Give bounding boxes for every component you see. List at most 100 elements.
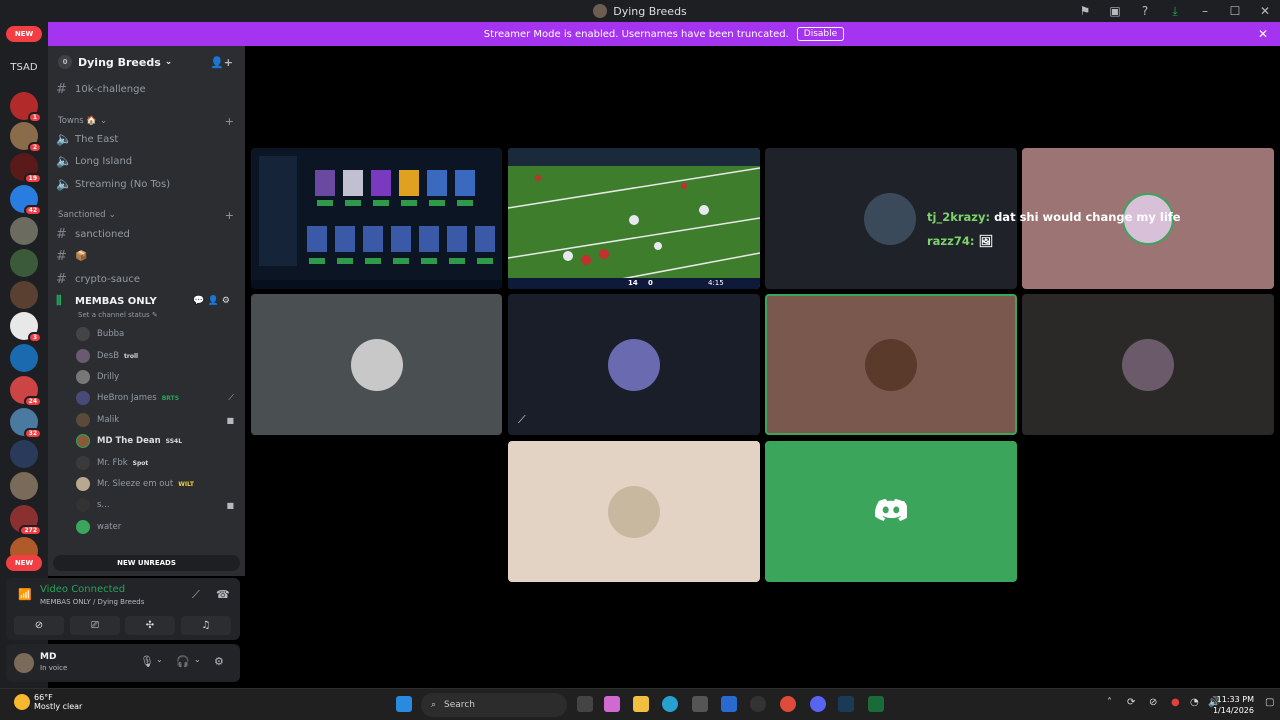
server-icon[interactable] — [10, 249, 38, 277]
voice-member[interactable]: Mr. Sleeze em out WILT — [76, 475, 238, 493]
participant-tile[interactable] — [765, 441, 1017, 582]
voice-member[interactable]: Mr. Fbk Spot — [76, 454, 238, 472]
edge-icon[interactable] — [662, 696, 678, 712]
signal-icon[interactable]: 📶 — [18, 588, 32, 601]
participant-tile[interactable] — [251, 294, 502, 435]
activities-button[interactable]: ✣ — [125, 616, 175, 635]
chevron-down-icon[interactable]: ⌄ — [156, 655, 163, 664]
maximize-button[interactable]: ☐ — [1220, 4, 1250, 18]
screen-share-icon[interactable]: ▣ — [1100, 4, 1130, 18]
participant-tile[interactable] — [508, 441, 760, 582]
headphones-icon[interactable]: 🎧 — [176, 655, 190, 668]
avatar[interactable] — [14, 653, 34, 673]
channel-the-east[interactable]: 🔈 The East — [56, 129, 238, 149]
excel-icon[interactable] — [868, 696, 884, 712]
channel-long-island[interactable]: 🔈 Long Island — [56, 151, 238, 171]
app-icon[interactable] — [750, 696, 766, 712]
server-icon[interactable]: 1 — [10, 92, 42, 123]
server-icon[interactable] — [10, 281, 38, 309]
disconnect-icon[interactable]: ☎ — [216, 588, 230, 601]
voice-status-title[interactable]: Video Connected — [40, 584, 125, 595]
help-icon[interactable]: ? — [1130, 4, 1160, 18]
voice-status-subtitle[interactable]: MEMBAS ONLY / Dying Breeds — [40, 598, 144, 606]
microphone-tray-icon[interactable]: ● — [1171, 697, 1180, 708]
chevron-up-icon[interactable]: ˄ — [1107, 697, 1112, 708]
server-icon[interactable] — [10, 440, 38, 468]
participant-avatar — [864, 192, 916, 245]
channel-crypto-sauce[interactable]: # crypto-sauce — [56, 269, 238, 289]
chrome-icon[interactable] — [780, 696, 796, 712]
soundboard-button[interactable]: ♫ — [181, 616, 231, 635]
channel-streaming[interactable]: 🔈 Streaming (No Tos) — [56, 174, 238, 194]
copilot-icon[interactable] — [604, 696, 620, 712]
channel-sanctioned[interactable]: # sanctioned — [56, 224, 238, 244]
outlook-icon[interactable] — [721, 696, 737, 712]
participant-tile[interactable]: ⟋ — [508, 294, 760, 435]
voice-member[interactable]: DesB troll — [76, 347, 238, 365]
voice-member[interactable]: HeBron James BRTS ⟋ — [76, 389, 238, 407]
home-label[interactable]: TSAD — [6, 62, 42, 82]
new-unreads-pill[interactable]: NEW UNREADS — [53, 555, 240, 571]
new-servers-pill-bottom[interactable]: NEW — [6, 555, 42, 571]
task-view-icon[interactable] — [577, 696, 593, 712]
server-icon[interactable]: 24 — [10, 376, 42, 407]
user-name[interactable]: MD — [40, 652, 56, 662]
noise-suppression-icon[interactable]: ⟋ — [192, 588, 200, 602]
server-icon[interactable] — [10, 472, 38, 500]
voice-member[interactable]: water — [76, 518, 238, 536]
voice-member[interactable]: MD The Dean SS4L — [76, 432, 238, 450]
server-icon[interactable]: 272 — [10, 505, 42, 536]
server-icon[interactable]: 42 — [10, 185, 42, 216]
notifications-icon[interactable]: ▢ — [1265, 697, 1274, 708]
add-channel-icon[interactable]: + — [225, 115, 234, 128]
inbox-icon[interactable]: ⚑ — [1070, 4, 1100, 18]
server-icon[interactable]: 19 — [10, 153, 42, 184]
server-icon[interactable] — [10, 217, 38, 245]
store-icon[interactable] — [692, 696, 708, 712]
taskbar-clock[interactable]: 11:33 PM 1/14/2026 — [1213, 694, 1254, 716]
weather-widget[interactable]: 66°F Mostly clear — [14, 693, 82, 711]
camera-toggle-button[interactable]: ⊘ — [14, 616, 64, 635]
file-explorer-icon[interactable] — [633, 696, 649, 712]
channel-package[interactable]: # 📦 — [56, 246, 238, 266]
banner-close-icon[interactable]: ✕ — [1258, 27, 1268, 41]
category-sanctioned[interactable]: Sanctioned ⌄ + — [58, 209, 236, 222]
taskbar-search[interactable]: ⌕ Search — [421, 693, 567, 717]
voice-channel-membas-only[interactable]: ⦀ MEMBAS ONLY 💬 👤 ⚙ — [56, 291, 238, 311]
minimize-button[interactable]: – — [1190, 4, 1220, 18]
microphone-icon[interactable]: 🎙 — [140, 655, 154, 668]
server-icon[interactable]: 3 — [10, 312, 42, 343]
wifi-icon[interactable]: ◔ — [1190, 697, 1199, 708]
start-button-icon[interactable] — [396, 696, 412, 712]
voice-member[interactable]: Drilly — [76, 368, 238, 386]
voice-member[interactable]: s... ■ — [76, 496, 238, 514]
channel-actions[interactable]: 💬 👤 ⚙ — [193, 296, 230, 306]
close-button[interactable]: ✕ — [1250, 4, 1280, 18]
server-icon[interactable]: 32 — [10, 408, 42, 439]
sync-icon[interactable]: ⟳ — [1127, 697, 1135, 708]
share-screen-button[interactable]: ⎚ — [70, 616, 120, 635]
download-icon[interactable]: ⤓ — [1160, 4, 1190, 19]
channel-10k-challenge[interactable]: # 10k-challenge — [56, 79, 238, 99]
search-icon: ⌕ — [431, 700, 437, 710]
voice-member[interactable]: Bubba — [76, 325, 238, 343]
new-servers-pill[interactable]: NEW — [6, 26, 42, 42]
chevron-down-icon[interactable]: ⌄ — [194, 655, 201, 664]
network-icon[interactable]: ⊘ — [1149, 697, 1157, 708]
add-channel-icon[interactable]: + — [225, 209, 234, 222]
voice-member[interactable]: Malik ■ — [76, 411, 238, 429]
screenshare-tile-gameplay[interactable]: 14 0 4:15 — [508, 148, 760, 289]
server-icon[interactable] — [10, 344, 38, 372]
server-icon[interactable]: 2 — [10, 122, 42, 153]
disable-streamer-mode-button[interactable]: Disable — [796, 27, 845, 41]
participant-tile[interactable] — [1022, 294, 1274, 435]
discord-taskbar-icon[interactable] — [810, 696, 826, 712]
steam-icon[interactable] — [838, 696, 854, 712]
settings-gear-icon[interactable]: ⚙ — [214, 655, 224, 668]
guild-header[interactable]: 0 Dying Breeds ⌄ 👤+ — [48, 46, 245, 78]
category-towns[interactable]: Towns 🏠 ⌄ + — [58, 115, 236, 128]
screenshare-tile-ultimate-team[interactable] — [251, 148, 502, 289]
channel-status[interactable]: Set a channel status ✎ — [78, 311, 158, 319]
participant-tile-speaking[interactable] — [765, 294, 1017, 435]
invite-people-icon[interactable]: 👤+ — [210, 56, 233, 69]
